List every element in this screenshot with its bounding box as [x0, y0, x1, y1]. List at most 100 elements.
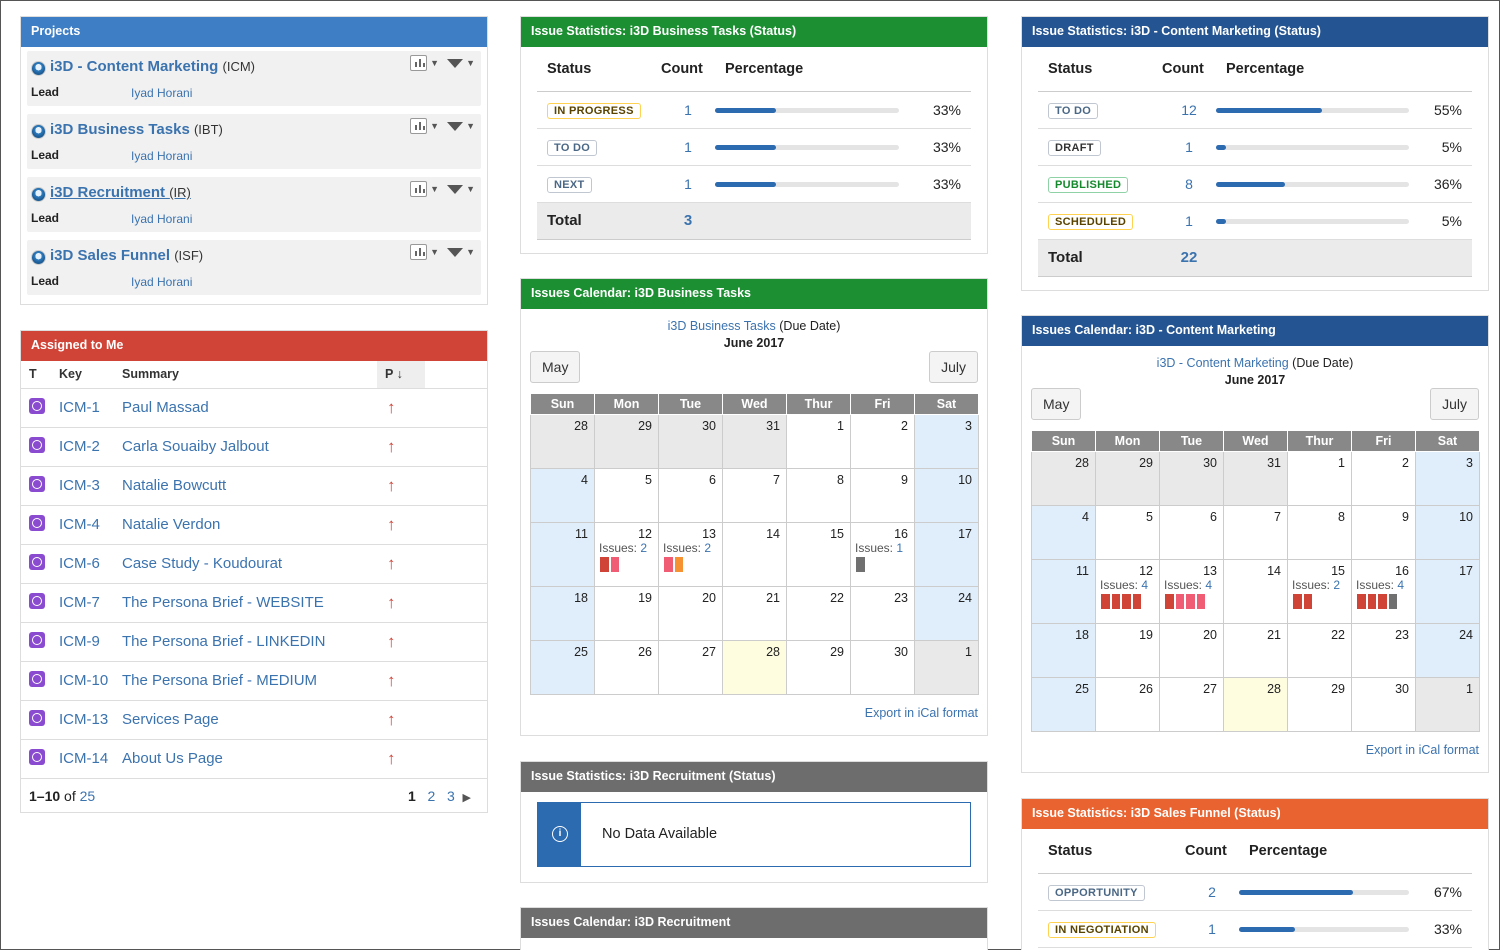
- issue-key-link[interactable]: ICM-1: [59, 399, 100, 416]
- issue-key-link[interactable]: ICM-13: [59, 711, 108, 728]
- col-type[interactable]: T: [21, 361, 51, 389]
- issues-count-link[interactable]: 2: [640, 541, 647, 555]
- issue-summary-link[interactable]: The Persona Brief - MEDIUM: [122, 672, 317, 689]
- day-cell[interactable]: 27: [1159, 677, 1224, 732]
- day-cell[interactable]: 27: [658, 640, 723, 695]
- day-cell[interactable]: 16 Issues: 4: [1351, 559, 1416, 624]
- day-cell[interactable]: 2: [1351, 451, 1416, 506]
- prev-month-button[interactable]: May: [1031, 388, 1082, 420]
- day-cell[interactable]: 25: [530, 640, 595, 695]
- issue-key-link[interactable]: ICM-3: [59, 477, 100, 494]
- day-cell[interactable]: 29: [594, 414, 659, 469]
- issues-count-link[interactable]: 2: [704, 541, 711, 555]
- day-cell[interactable]: 28: [530, 414, 595, 469]
- status-lozenge[interactable]: SCHEDULED: [1048, 213, 1134, 230]
- issue-summary-link[interactable]: Paul Massad: [122, 399, 209, 416]
- project-name-link[interactable]: i3D Business Tasks (IBT): [50, 121, 223, 138]
- day-cell[interactable]: 30: [1351, 677, 1416, 732]
- day-cell[interactable]: 30: [1159, 451, 1224, 506]
- chevron-down-icon[interactable]: ▼: [466, 58, 475, 68]
- issue-summary-link[interactable]: The Persona Brief - WEBSITE: [122, 594, 324, 611]
- day-cell[interactable]: 9: [1351, 505, 1416, 560]
- count-link[interactable]: 2: [1208, 884, 1216, 900]
- issue-key-link[interactable]: ICM-7: [59, 594, 100, 611]
- total-count-link[interactable]: 25: [80, 788, 96, 804]
- table-row[interactable]: ICM-6 Case Study - Koudourat ↑: [21, 544, 487, 584]
- day-cell[interactable]: 18: [530, 586, 595, 641]
- status-lozenge[interactable]: OPPORTUNITY: [1048, 884, 1145, 901]
- count-link[interactable]: 1: [684, 139, 692, 155]
- chevron-down-icon[interactable]: ▼: [430, 184, 439, 194]
- issue-marker[interactable]: [1378, 594, 1387, 609]
- project-link[interactable]: i3D - Content Marketing: [1157, 356, 1289, 370]
- project-name-link[interactable]: i3D - Content Marketing (ICM): [50, 58, 255, 75]
- issue-marker[interactable]: [1175, 594, 1184, 609]
- issues-count-link[interactable]: 2: [1333, 578, 1340, 592]
- export-ical-link[interactable]: Export in iCal format: [1366, 743, 1479, 757]
- status-lozenge[interactable]: NEXT: [547, 176, 592, 193]
- day-cell[interactable]: 22: [1287, 623, 1352, 678]
- day-cell[interactable]: 11: [1031, 559, 1096, 624]
- next-month-button[interactable]: July: [1430, 388, 1479, 420]
- chevron-down-icon[interactable]: ▼: [430, 247, 439, 257]
- status-lozenge[interactable]: TO DO: [1048, 102, 1099, 119]
- day-cell[interactable]: 8: [1287, 505, 1352, 560]
- day-cell[interactable]: 7: [1223, 505, 1288, 560]
- day-cell[interactable]: 26: [1095, 677, 1160, 732]
- day-cell[interactable]: 5: [594, 468, 659, 523]
- issue-summary-link[interactable]: Natalie Bowcutt: [122, 477, 226, 494]
- day-cell[interactable]: 29: [786, 640, 851, 695]
- day-cell[interactable]: 28: [722, 640, 787, 695]
- day-cell[interactable]: 15: [786, 522, 851, 587]
- project-link[interactable]: i3D Business Tasks: [668, 319, 776, 333]
- status-lozenge[interactable]: PUBLISHED: [1048, 176, 1129, 193]
- day-cell[interactable]: 30: [850, 640, 915, 695]
- chevron-down-icon[interactable]: ▼: [466, 184, 475, 194]
- day-cell[interactable]: 10: [1415, 505, 1480, 560]
- day-cell[interactable]: 20: [658, 586, 723, 641]
- table-row[interactable]: ICM-13 Services Page ↑: [21, 700, 487, 740]
- filter-icon[interactable]: [447, 247, 464, 257]
- day-cell[interactable]: 29: [1095, 451, 1160, 506]
- chart-icon[interactable]: [410, 244, 428, 260]
- day-cell[interactable]: 2: [850, 414, 915, 469]
- day-cell[interactable]: 8: [786, 468, 851, 523]
- issue-summary-link[interactable]: Services Page: [122, 711, 219, 728]
- filter-icon[interactable]: [447, 184, 464, 194]
- table-row[interactable]: ICM-9 The Persona Brief - LINKEDIN ↑: [21, 622, 487, 662]
- day-cell[interactable]: 24: [914, 586, 979, 641]
- issue-marker[interactable]: [1293, 594, 1302, 609]
- day-cell[interactable]: 16 Issues: 1: [850, 522, 915, 587]
- day-cell[interactable]: 28: [1223, 677, 1288, 732]
- count-link[interactable]: 1: [1185, 213, 1193, 229]
- day-cell[interactable]: 29: [1287, 677, 1352, 732]
- day-cell[interactable]: 31: [1223, 451, 1288, 506]
- issue-key-link[interactable]: ICM-10: [59, 672, 108, 689]
- next-month-button[interactable]: July: [929, 351, 978, 383]
- table-row[interactable]: ICM-7 The Persona Brief - WEBSITE ↑: [21, 583, 487, 623]
- issue-summary-link[interactable]: About Us Page: [122, 750, 223, 767]
- issue-marker[interactable]: [856, 557, 865, 572]
- issue-summary-link[interactable]: Carla Souaiby Jalbout: [122, 438, 269, 455]
- filter-icon[interactable]: [447, 121, 464, 131]
- status-lozenge[interactable]: IN NEGOTIATION: [1048, 921, 1156, 938]
- day-cell[interactable]: 3: [1415, 451, 1480, 506]
- day-cell[interactable]: 7: [722, 468, 787, 523]
- day-cell[interactable]: 20: [1159, 623, 1224, 678]
- issues-count-link[interactable]: 4: [1397, 578, 1404, 592]
- day-cell[interactable]: 5: [1095, 505, 1160, 560]
- table-row[interactable]: ICM-10 The Persona Brief - MEDIUM ↑: [21, 661, 487, 701]
- issue-marker[interactable]: [610, 557, 619, 572]
- day-cell[interactable]: 23: [1351, 623, 1416, 678]
- day-cell[interactable]: 24: [1415, 623, 1480, 678]
- day-cell[interactable]: 21: [722, 586, 787, 641]
- issue-key-link[interactable]: ICM-14: [59, 750, 108, 767]
- day-cell[interactable]: 1: [914, 640, 979, 695]
- day-cell[interactable]: 25: [1031, 677, 1096, 732]
- chevron-down-icon[interactable]: ▼: [430, 58, 439, 68]
- day-cell[interactable]: 22: [786, 586, 851, 641]
- issues-count-link[interactable]: 4: [1141, 578, 1148, 592]
- project-name-link[interactable]: i3D Sales Funnel (ISF): [50, 247, 203, 264]
- day-cell[interactable]: 23: [850, 586, 915, 641]
- lead-user-link[interactable]: Iyad Horani: [131, 86, 192, 100]
